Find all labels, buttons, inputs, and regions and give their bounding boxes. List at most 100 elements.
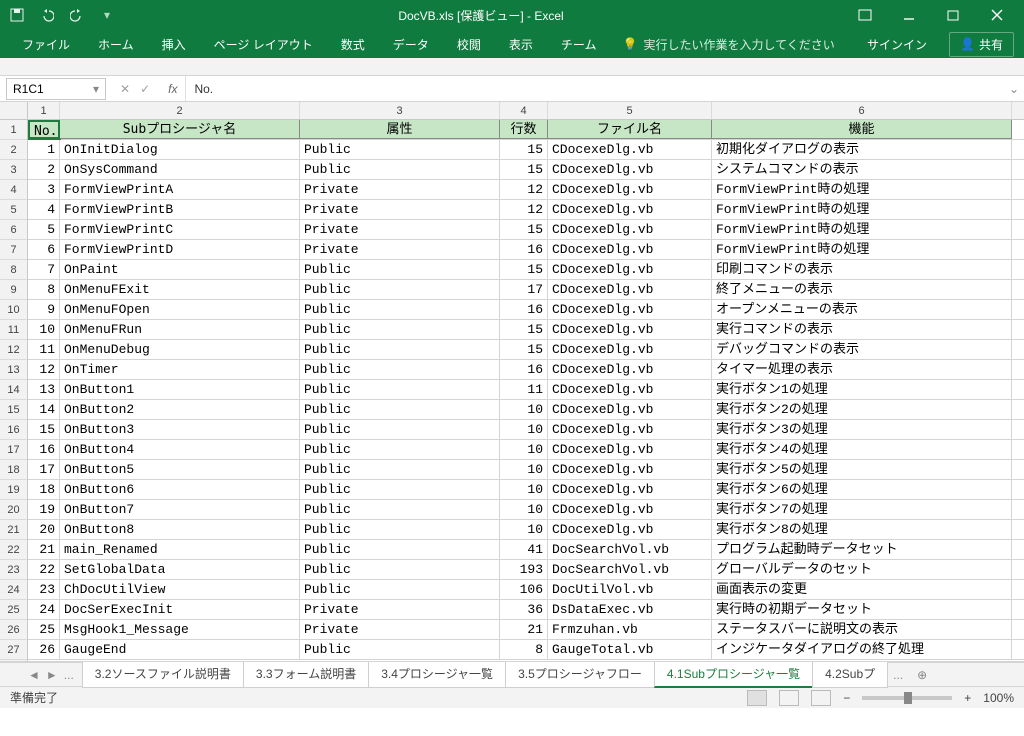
tab-formulas[interactable]: 数式 bbox=[329, 32, 377, 57]
close-icon[interactable] bbox=[976, 1, 1018, 29]
cell[interactable]: CDocexeDlg.vb bbox=[548, 200, 712, 219]
cell[interactable]: Public bbox=[300, 640, 500, 659]
cell[interactable]: 実行ボタン6の処理 bbox=[712, 480, 1012, 499]
cell[interactable]: 15 bbox=[500, 160, 548, 179]
cell[interactable]: Public bbox=[300, 380, 500, 399]
row-header[interactable]: 13 bbox=[0, 360, 27, 380]
header-cell[interactable]: 機能 bbox=[712, 120, 1012, 139]
cell[interactable]: 41 bbox=[500, 540, 548, 559]
cell[interactable]: 画面表示の変更 bbox=[712, 580, 1012, 599]
row-header[interactable]: 21 bbox=[0, 520, 27, 540]
cell[interactable]: デバッグコマンドの表示 bbox=[712, 340, 1012, 359]
cell[interactable]: CDocexeDlg.vb bbox=[548, 340, 712, 359]
undo-icon[interactable] bbox=[36, 4, 58, 26]
cell[interactable]: FormViewPrintC bbox=[60, 220, 300, 239]
ribbon-display-icon[interactable] bbox=[844, 1, 886, 29]
cell[interactable]: OnButton6 bbox=[60, 480, 300, 499]
cell[interactable]: 実行ボタン5の処理 bbox=[712, 460, 1012, 479]
cell[interactable]: 10 bbox=[28, 320, 60, 339]
cell[interactable]: CDocexeDlg.vb bbox=[548, 180, 712, 199]
formula-expand-icon[interactable]: ⌄ bbox=[1004, 82, 1024, 96]
row-header[interactable]: 4 bbox=[0, 180, 27, 200]
cell[interactable]: FormViewPrintB bbox=[60, 200, 300, 219]
zoom-slider[interactable] bbox=[862, 696, 952, 700]
cell[interactable]: 106 bbox=[500, 580, 548, 599]
cell[interactable]: Private bbox=[300, 180, 500, 199]
cell[interactable]: 1 bbox=[28, 140, 60, 159]
cell[interactable]: 14 bbox=[28, 400, 60, 419]
cell[interactable]: FormViewPrintD bbox=[60, 240, 300, 259]
cell[interactable]: OnButton8 bbox=[60, 520, 300, 539]
cell[interactable]: CDocexeDlg.vb bbox=[548, 380, 712, 399]
cell[interactable]: CDocexeDlg.vb bbox=[548, 320, 712, 339]
cell[interactable]: ステータスバーに説明文の表示 bbox=[712, 620, 1012, 639]
save-icon[interactable] bbox=[6, 4, 28, 26]
cell[interactable]: 16 bbox=[500, 360, 548, 379]
tab-review[interactable]: 校閲 bbox=[445, 32, 493, 57]
cell[interactable]: 15 bbox=[500, 340, 548, 359]
row-header[interactable]: 1 bbox=[0, 120, 27, 140]
cell[interactable]: GaugeTotal.vb bbox=[548, 640, 712, 659]
cell[interactable]: Private bbox=[300, 200, 500, 219]
cell[interactable]: 7 bbox=[28, 260, 60, 279]
cell[interactable]: Public bbox=[300, 520, 500, 539]
cell[interactable]: タイマー処理の表示 bbox=[712, 360, 1012, 379]
formula-input[interactable]: No. bbox=[186, 82, 1004, 96]
cell[interactable]: Private bbox=[300, 240, 500, 259]
sheet-tab[interactable]: 4.1Subプロシージャ一覧 bbox=[654, 661, 813, 688]
cell[interactable]: Public bbox=[300, 560, 500, 579]
row-header[interactable]: 24 bbox=[0, 580, 27, 600]
cells-grid[interactable]: No.Subプロシージャ名属性行数ファイル名機能1OnInitDialogPub… bbox=[28, 120, 1024, 661]
col-header[interactable]: 3 bbox=[300, 102, 500, 119]
page-layout-view-icon[interactable] bbox=[779, 690, 799, 706]
cell[interactable]: FormViewPrint時の処理 bbox=[712, 200, 1012, 219]
cell[interactable]: Public bbox=[300, 340, 500, 359]
cell[interactable]: 15 bbox=[28, 420, 60, 439]
sheet-tab[interactable]: 3.3フォーム説明書 bbox=[243, 661, 369, 688]
cell[interactable]: 6 bbox=[28, 240, 60, 259]
cell[interactable]: 終了メニューの表示 bbox=[712, 280, 1012, 299]
cell[interactable]: ChDocUtilView bbox=[60, 580, 300, 599]
cell[interactable]: OnMenuFExit bbox=[60, 280, 300, 299]
sheet-tab[interactable]: 4.2Subプ bbox=[812, 661, 888, 688]
cell[interactable]: 22 bbox=[28, 560, 60, 579]
share-button[interactable]: 👤 共有 bbox=[949, 32, 1014, 57]
cell[interactable]: OnMenuFOpen bbox=[60, 300, 300, 319]
tab-pagelayout[interactable]: ページ レイアウト bbox=[202, 32, 325, 57]
cell[interactable]: DocSearchVol.vb bbox=[548, 540, 712, 559]
cell[interactable]: OnInitDialog bbox=[60, 140, 300, 159]
cell[interactable]: 8 bbox=[500, 640, 548, 659]
cell[interactable]: Public bbox=[300, 320, 500, 339]
cell[interactable]: 実行ボタン4の処理 bbox=[712, 440, 1012, 459]
zoom-level[interactable]: 100% bbox=[983, 691, 1014, 705]
cell[interactable]: Public bbox=[300, 420, 500, 439]
header-cell[interactable]: 属性 bbox=[300, 120, 500, 139]
cell[interactable]: FormViewPrint時の処理 bbox=[712, 220, 1012, 239]
row-header[interactable]: 6 bbox=[0, 220, 27, 240]
sheet-tab[interactable]: 3.2ソースファイル説明書 bbox=[82, 661, 244, 688]
cell[interactable]: FormViewPrint時の処理 bbox=[712, 180, 1012, 199]
cell[interactable]: 10 bbox=[500, 500, 548, 519]
cell[interactable]: CDocexeDlg.vb bbox=[548, 460, 712, 479]
col-header[interactable]: 2 bbox=[60, 102, 300, 119]
page-break-view-icon[interactable] bbox=[811, 690, 831, 706]
cell[interactable]: CDocexeDlg.vb bbox=[548, 240, 712, 259]
cell[interactable]: CDocexeDlg.vb bbox=[548, 500, 712, 519]
cell[interactable]: 印刷コマンドの表示 bbox=[712, 260, 1012, 279]
row-header[interactable]: 3 bbox=[0, 160, 27, 180]
cell[interactable]: SetGlobalData bbox=[60, 560, 300, 579]
cell[interactable]: 25 bbox=[28, 620, 60, 639]
header-cell[interactable]: Subプロシージャ名 bbox=[60, 120, 300, 139]
cell[interactable]: 実行ボタン7の処理 bbox=[712, 500, 1012, 519]
cell[interactable]: 16 bbox=[500, 300, 548, 319]
sheet-tab[interactable]: 3.5プロシージャフロー bbox=[505, 661, 655, 688]
col-header[interactable]: 6 bbox=[712, 102, 1012, 119]
row-header[interactable]: 22 bbox=[0, 540, 27, 560]
col-header[interactable]: 5 bbox=[548, 102, 712, 119]
cell[interactable]: Public bbox=[300, 440, 500, 459]
cell[interactable]: 15 bbox=[500, 260, 548, 279]
cell[interactable]: 実行時の初期データセット bbox=[712, 600, 1012, 619]
cell[interactable]: 8 bbox=[28, 280, 60, 299]
row-header[interactable]: 5 bbox=[0, 200, 27, 220]
cell[interactable]: 12 bbox=[500, 200, 548, 219]
